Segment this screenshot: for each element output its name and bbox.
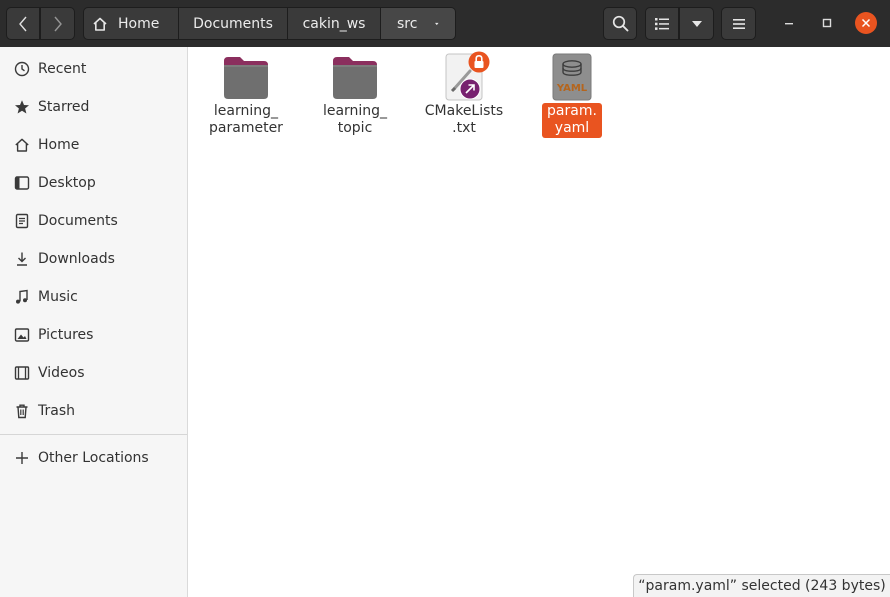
file-view: learning_ parameter learning_ topic CMak… xyxy=(189,47,890,597)
star-icon xyxy=(13,98,31,116)
yaml-icon-text: YAML xyxy=(556,83,588,94)
sidebar-item-label: Downloads xyxy=(38,251,115,267)
home-icon xyxy=(13,136,31,154)
plus-icon xyxy=(13,449,31,467)
close-icon xyxy=(861,18,871,28)
trash-icon xyxy=(13,402,31,420)
file-label: param. yaml xyxy=(542,103,602,138)
sidebar-item-label: Music xyxy=(38,289,78,305)
view-options-dropdown[interactable] xyxy=(679,7,714,40)
sidebar-item-label: Starred xyxy=(38,99,90,115)
sidebar-item-pictures[interactable]: Pictures xyxy=(0,316,187,354)
maximize-button[interactable] xyxy=(816,12,838,34)
sidebar-item-starred[interactable]: Starred xyxy=(0,88,187,126)
sidebar-item-desktop[interactable]: Desktop xyxy=(0,164,187,202)
video-icon xyxy=(13,364,31,382)
file-item-learning-topic[interactable]: learning_ topic xyxy=(300,53,410,137)
hamburger-menu-icon xyxy=(732,18,745,29)
folder-icon xyxy=(222,53,270,101)
symlink-arrow-icon xyxy=(459,78,481,100)
maximize-icon xyxy=(822,18,832,28)
sidebar-item-label: Desktop xyxy=(38,175,96,191)
minimize-icon xyxy=(785,23,793,25)
forward-button[interactable] xyxy=(40,7,75,40)
list-view-icon xyxy=(655,17,669,30)
file-name-line: param. xyxy=(547,103,597,119)
file-item-learning-parameter[interactable]: learning_ parameter xyxy=(191,53,301,137)
close-button[interactable] xyxy=(855,12,877,34)
breadcrumb-src[interactable]: src xyxy=(381,7,456,40)
sidebar-item-home[interactable]: Home xyxy=(0,126,187,164)
file-name-line: .txt xyxy=(452,120,476,136)
sidebar-item-trash[interactable]: Trash xyxy=(0,392,187,430)
home-icon xyxy=(93,17,107,31)
breadcrumb-documents-label: Documents xyxy=(193,15,273,32)
search-icon xyxy=(612,15,628,32)
sidebar-item-videos[interactable]: Videos xyxy=(0,354,187,392)
sidebar-item-recent[interactable]: Recent xyxy=(0,50,187,88)
minimize-button[interactable] xyxy=(778,12,800,34)
breadcrumb-home-label: Home xyxy=(118,15,160,32)
sidebar-item-label: Other Locations xyxy=(38,450,149,466)
breadcrumb-home[interactable]: Home xyxy=(83,7,179,40)
picture-icon xyxy=(13,326,31,344)
file-name-line: yaml xyxy=(554,120,590,136)
folder-icon xyxy=(331,53,379,101)
file-label: CMakeLists .txt xyxy=(421,103,507,137)
sidebar-item-label: Documents xyxy=(38,213,118,229)
desktop-icon xyxy=(13,174,31,192)
file-name-line: learning_ xyxy=(213,103,279,119)
file-name-line: CMakeLists xyxy=(424,103,504,119)
sidebar: Recent Starred Home Desktop Documents Do… xyxy=(0,47,188,597)
download-icon xyxy=(13,250,31,268)
chevron-right-icon xyxy=(53,16,62,31)
sidebar-item-label: Videos xyxy=(38,365,85,381)
music-icon xyxy=(13,288,31,306)
sidebar-item-label: Trash xyxy=(38,403,75,419)
sidebar-item-documents[interactable]: Documents xyxy=(0,202,187,240)
sidebar-item-label: Home xyxy=(38,137,80,153)
sidebar-divider xyxy=(0,434,187,435)
breadcrumb-src-label: src xyxy=(397,15,418,32)
caret-down-icon xyxy=(691,20,702,27)
sidebar-item-music[interactable]: Music xyxy=(0,278,187,316)
back-button[interactable] xyxy=(6,7,40,40)
sidebar-item-downloads[interactable]: Downloads xyxy=(0,240,187,278)
sidebar-item-other-locations[interactable]: Other Locations xyxy=(0,439,187,477)
header-bar: Home Documents cakin_ws src xyxy=(0,0,890,47)
file-name-line: learning_ xyxy=(322,103,388,119)
file-name-line: topic xyxy=(337,120,373,136)
chevron-left-icon xyxy=(19,16,27,31)
breadcrumb-cakin-ws[interactable]: cakin_ws xyxy=(288,7,381,40)
file-item-cmakelists[interactable]: CMakeLists .txt xyxy=(409,51,519,137)
menu-button[interactable] xyxy=(721,7,756,40)
clock-icon xyxy=(13,60,31,78)
breadcrumb-cakin-ws-label: cakin_ws xyxy=(302,15,366,32)
lock-icon xyxy=(468,51,490,73)
caret-down-icon xyxy=(435,22,439,25)
sidebar-item-label: Pictures xyxy=(38,327,94,343)
file-label: learning_ topic xyxy=(319,103,391,137)
file-item-param-yaml[interactable]: YAML param. yaml xyxy=(517,53,627,138)
selection-status: “param.yaml” selected (243 bytes) xyxy=(633,574,890,597)
list-view-button[interactable] xyxy=(645,7,679,40)
sidebar-item-label: Recent xyxy=(38,61,87,77)
text-file-icon xyxy=(440,51,490,101)
yaml-file-icon: YAML xyxy=(548,53,596,101)
search-button[interactable] xyxy=(603,7,637,40)
breadcrumb: Home Documents cakin_ws src xyxy=(83,7,456,40)
breadcrumb-documents[interactable]: Documents xyxy=(179,7,288,40)
document-icon xyxy=(13,212,31,230)
file-name-line: parameter xyxy=(209,120,283,136)
file-label: learning_ parameter xyxy=(205,103,287,137)
